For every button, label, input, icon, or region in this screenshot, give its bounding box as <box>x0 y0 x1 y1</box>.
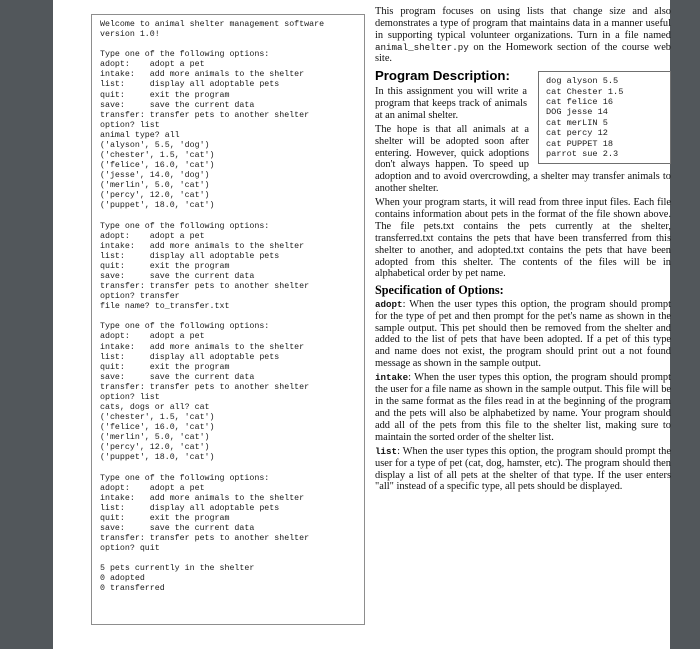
sample-output-text: Welcome to animal shelter management sof… <box>100 20 325 594</box>
intro-paragraph: This program focuses on using lists that… <box>375 6 671 65</box>
description-paragraph-1: In this assignment you will write a prog… <box>375 85 527 121</box>
spec-adopt-text: : When the user types this option, the p… <box>375 298 671 370</box>
spec-list-paragraph: list: When the user types this option, t… <box>375 446 671 493</box>
intro-filename: animal_shelter.py <box>375 41 469 53</box>
sample-input-file-text: dog alyson 5.5 cat Chester 1.5 cat felic… <box>546 76 624 160</box>
sample-input-file-box: dog alyson 5.5 cat Chester 1.5 cat felic… <box>538 71 671 165</box>
assignment-text-column: This program focuses on using lists that… <box>375 6 671 496</box>
specification-heading: Specification of Options: <box>375 283 504 298</box>
program-description-heading: Program Description: <box>375 68 510 84</box>
spec-adopt-label: adopt <box>375 298 403 310</box>
description-paragraph-3: When your program starts, it will read f… <box>375 197 671 280</box>
spec-list-text: : When the user types this option, the p… <box>375 445 671 493</box>
document-viewer: Welcome to animal shelter management sof… <box>0 0 700 649</box>
spec-intake-label: intake <box>375 372 409 384</box>
intro-text-start: This program focuses on using lists that… <box>375 6 671 41</box>
spec-intake-paragraph: intake: When the user types this option,… <box>375 372 671 443</box>
spec-list-label: list <box>375 445 398 457</box>
spec-adopt-paragraph: adopt: When the user types this option, … <box>375 299 671 370</box>
document-page: Welcome to animal shelter management sof… <box>53 0 671 649</box>
description-with-sample-box: dog alyson 5.5 cat Chester 1.5 cat felic… <box>375 69 671 197</box>
sample-output-box: Welcome to animal shelter management sof… <box>91 14 365 625</box>
spec-intake-text: : When the user types this option, the p… <box>375 372 671 443</box>
